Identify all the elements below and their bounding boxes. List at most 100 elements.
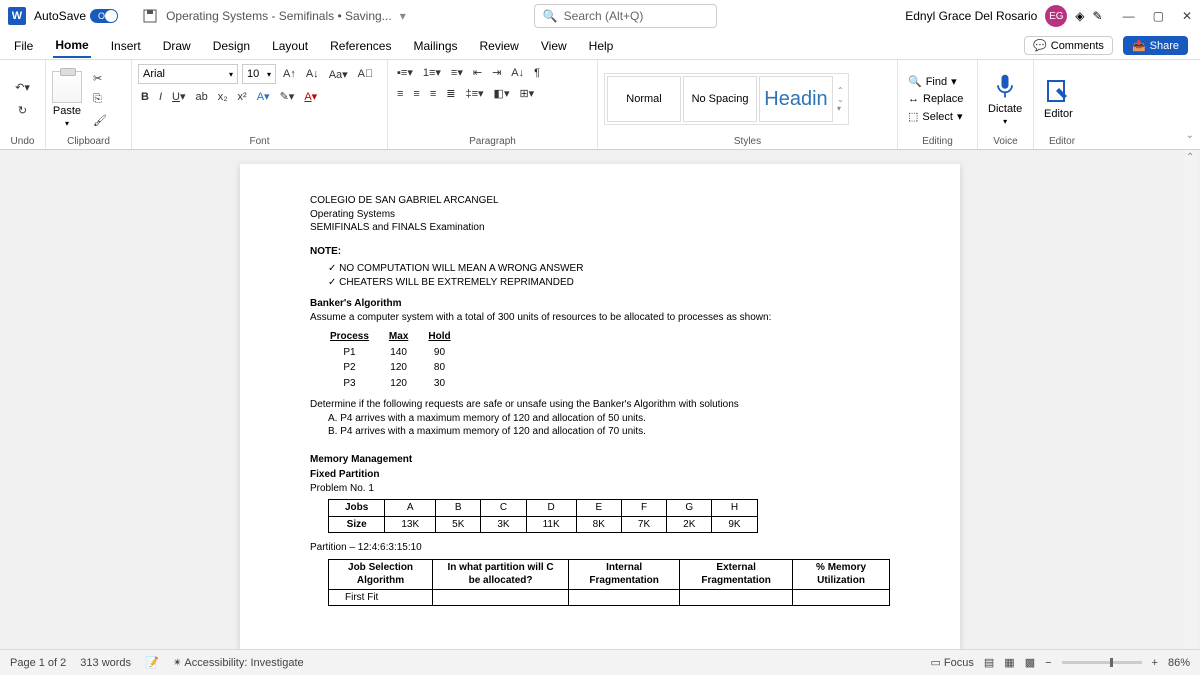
maximize-icon[interactable]: ▢ — [1153, 9, 1164, 23]
page[interactable]: COLEGIO DE SAN GABRIEL ARCANGEL Operatin… — [240, 164, 960, 649]
bullets-icon[interactable]: ▪≡▾ — [394, 64, 416, 81]
justify-icon[interactable]: ≣ — [443, 85, 458, 102]
minimize-icon[interactable]: — — [1123, 9, 1135, 23]
tab-view[interactable]: View — [539, 35, 569, 57]
tab-draw[interactable]: Draw — [161, 35, 193, 57]
doc-line: COLEGIO DE SAN GABRIEL ARCANGEL — [310, 194, 890, 208]
paste-button[interactable]: Paste ▾ — [52, 71, 82, 128]
align-right-icon[interactable]: ≡ — [427, 86, 439, 102]
grow-font-icon[interactable]: A↑ — [280, 66, 299, 82]
tab-file[interactable]: File — [12, 35, 35, 57]
decrease-indent-icon[interactable]: ⇤ — [470, 64, 485, 81]
group-voice: Voice — [984, 134, 1027, 149]
autosave-toggle[interactable]: AutoSave On — [34, 9, 134, 23]
highlight-icon[interactable]: ✎▾ — [277, 88, 298, 105]
styles-more-icon[interactable]: ▾ — [837, 104, 844, 113]
tab-review[interactable]: Review — [478, 35, 521, 57]
underline-button[interactable]: U▾ — [169, 88, 188, 105]
autosave-label: AutoSave — [34, 9, 86, 23]
bold-button[interactable]: B — [138, 89, 152, 105]
copy-icon[interactable]: ⎘ — [90, 91, 110, 108]
find-button[interactable]: 🔍Find▾ — [904, 74, 967, 89]
tab-layout[interactable]: Layout — [270, 35, 310, 57]
tab-mailings[interactable]: Mailings — [411, 35, 459, 57]
multilevel-icon[interactable]: ≡▾ — [448, 64, 466, 81]
styles-up-icon[interactable]: ⌃ — [837, 86, 844, 95]
format-painter-icon[interactable]: 🖌 — [90, 112, 110, 129]
page-indicator[interactable]: Page 1 of 2 — [10, 657, 66, 669]
change-case-icon[interactable]: Aa▾ — [326, 66, 351, 83]
dictate-button[interactable]: Dictate▾ — [984, 73, 1026, 126]
focus-button[interactable]: ▭ Focus — [930, 656, 973, 669]
document-area[interactable]: COLEGIO DE SAN GABRIEL ARCANGEL Operatin… — [0, 150, 1200, 649]
undo-icon[interactable]: ↶▾ — [12, 79, 33, 96]
share-button[interactable]: 📤 Share — [1123, 36, 1188, 55]
font-size-select[interactable]: 10▾ — [242, 64, 276, 84]
styles-down-icon[interactable]: ⌄ — [837, 95, 844, 104]
pen-icon[interactable]: ✎ — [1093, 9, 1103, 23]
scrollbar[interactable] — [1184, 150, 1198, 649]
doc-line: Assume a computer system with a total of… — [310, 311, 890, 325]
increase-indent-icon[interactable]: ⇥ — [489, 64, 504, 81]
replace-button[interactable]: ↔Replace — [904, 92, 967, 106]
zoom-value[interactable]: 86% — [1168, 657, 1190, 669]
shading-icon[interactable]: ◧▾ — [491, 85, 513, 102]
superscript-button[interactable]: x² — [235, 89, 250, 105]
collapse-ribbon-icon[interactable]: ⌄ — [1186, 130, 1194, 141]
style-heading1[interactable]: Headin — [759, 76, 833, 122]
save-icon[interactable] — [142, 8, 158, 24]
line-spacing-icon[interactable]: ‡≡▾ — [462, 85, 486, 102]
doc-line: Problem No. 1 — [310, 482, 890, 496]
font-color-icon[interactable]: A▾ — [301, 88, 320, 105]
style-no-spacing[interactable]: No Spacing — [683, 76, 757, 122]
section-head: Fixed Partition — [310, 468, 890, 482]
text-effects-icon[interactable]: A▾ — [254, 88, 273, 105]
search-input[interactable]: 🔍 Search (Alt+Q) — [534, 4, 718, 28]
font-name-select[interactable]: Arial▾ — [138, 64, 238, 84]
align-left-icon[interactable]: ≡ — [394, 86, 406, 102]
diamond-icon[interactable]: ◈ — [1075, 9, 1084, 23]
zoom-in-icon[interactable]: + — [1152, 657, 1158, 669]
italic-button[interactable]: I — [156, 89, 165, 105]
align-center-icon[interactable]: ≡ — [410, 86, 422, 102]
section-head: Memory Management — [310, 453, 890, 467]
print-layout-icon[interactable]: ▦ — [1004, 656, 1014, 669]
document-title[interactable]: Operating Systems - Semifinals • Saving.… — [166, 9, 392, 23]
sort-icon[interactable]: A↓ — [508, 65, 527, 81]
select-button[interactable]: ⬚Select▾ — [904, 109, 967, 124]
zoom-slider[interactable] — [1062, 661, 1142, 664]
group-paragraph: Paragraph — [394, 134, 591, 149]
editor-button[interactable]: Editor — [1040, 78, 1077, 120]
strike-button[interactable]: ab — [193, 89, 211, 105]
subscript-button[interactable]: x₂ — [215, 89, 231, 105]
tab-references[interactable]: References — [328, 35, 393, 57]
process-table: ProcessMaxHold P114090 P212080 P312030 — [328, 328, 471, 392]
tab-home[interactable]: Home — [53, 34, 90, 58]
user-avatar[interactable]: EG — [1045, 5, 1067, 27]
spellcheck-icon[interactable]: 📝 — [145, 656, 159, 669]
tab-help[interactable]: Help — [587, 35, 616, 57]
accessibility-button[interactable]: ✴ Accessibility: Investigate — [173, 656, 304, 669]
paragraph-marks-icon[interactable]: ¶ — [531, 65, 543, 81]
redo-icon[interactable]: ↻ — [15, 102, 30, 119]
comments-button[interactable]: 💬 Comments — [1024, 36, 1113, 55]
ribbon-tabs: File Home Insert Draw Design Layout Refe… — [0, 32, 1200, 60]
shrink-font-icon[interactable]: A↓ — [303, 66, 322, 82]
borders-icon[interactable]: ⊞▾ — [516, 85, 537, 102]
clear-formatting-icon[interactable]: A⃠ — [355, 66, 377, 82]
read-mode-icon[interactable]: ▤ — [984, 656, 994, 669]
numbering-icon[interactable]: 1≡▾ — [420, 64, 444, 81]
autosave-state: On — [98, 11, 110, 21]
title-dropdown-icon[interactable]: ▾ — [400, 9, 406, 23]
tab-design[interactable]: Design — [211, 35, 252, 57]
web-layout-icon[interactable]: ▩ — [1025, 656, 1035, 669]
zoom-out-icon[interactable]: − — [1045, 657, 1051, 669]
cut-icon[interactable]: ✂ — [90, 70, 110, 87]
user-name[interactable]: Ednyl Grace Del Rosario — [905, 9, 1037, 23]
search-placeholder: Search (Alt+Q) — [564, 9, 644, 23]
styles-gallery[interactable]: Normal No Spacing Headin ⌃ ⌄ ▾ — [604, 73, 849, 125]
tab-insert[interactable]: Insert — [109, 35, 143, 57]
close-icon[interactable]: ✕ — [1182, 9, 1192, 23]
word-count[interactable]: 313 words — [80, 657, 131, 669]
style-normal[interactable]: Normal — [607, 76, 681, 122]
